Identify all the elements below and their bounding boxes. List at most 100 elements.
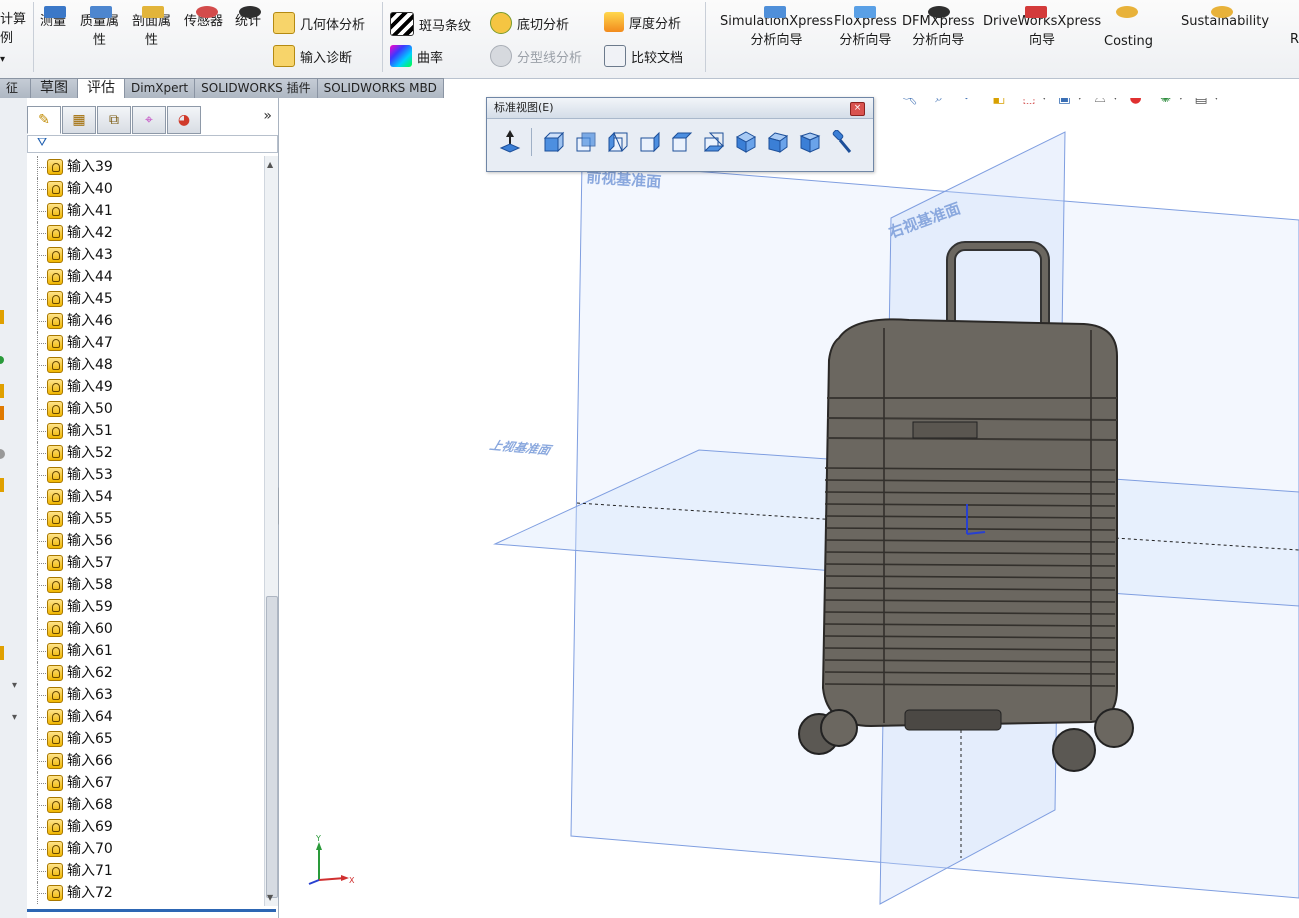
floxpress-button[interactable]: FloXpress 分析向导: [834, 6, 897, 50]
expand-chevron-icon[interactable]: »: [263, 108, 272, 124]
dfmxpress-button[interactable]: DFMXpress 分析向导: [902, 6, 974, 50]
import-diagnostics-button[interactable]: 输入诊断: [273, 45, 352, 67]
configuration-manager-tab[interactable]: ⧉: [97, 106, 131, 134]
sensor-button[interactable]: 传感器: [184, 6, 223, 31]
tree-item[interactable]: 输入41: [37, 200, 262, 222]
toolbar-icon[interactable]: [0, 478, 4, 492]
front-view-button[interactable]: [541, 130, 566, 155]
section-view-button[interactable]: ◧: [987, 98, 1011, 110]
tree-item[interactable]: 输入65: [37, 728, 262, 750]
scroll-up-icon[interactable]: ▲: [267, 160, 273, 169]
tree-item[interactable]: 输入40: [37, 178, 262, 200]
toolbar-icon[interactable]: [0, 646, 4, 660]
ribbon-cut-left[interactable]: 计算 例: [0, 8, 26, 46]
edit-appearance-button[interactable]: ●: [1124, 98, 1148, 110]
tree-item[interactable]: 输入49: [37, 376, 262, 398]
dimetric-view-button[interactable]: [797, 130, 822, 155]
dropdown-arrow-icon[interactable]: ▾: [1078, 98, 1083, 103]
trimetric-view-button[interactable]: [765, 130, 790, 155]
tree-item[interactable]: 输入43: [37, 244, 262, 266]
parting-line-analysis-button[interactable]: 分型线分析: [490, 45, 582, 67]
tree-scrollbar[interactable]: ▲ ▼: [264, 156, 278, 906]
tab-solidworks-mbd[interactable]: SOLIDWORKS MBD: [317, 78, 444, 99]
simulationxpress-button[interactable]: SimulationXpress 分析向导: [720, 6, 833, 50]
tree-item[interactable]: 输入68: [37, 794, 262, 816]
tree-item[interactable]: 输入62: [37, 662, 262, 684]
tab-features[interactable]: 征: [0, 78, 31, 99]
isometric-view-button[interactable]: [733, 130, 758, 155]
toolbar-icon[interactable]: [0, 406, 4, 420]
scroll-down-icon[interactable]: ▼: [267, 893, 273, 902]
close-icon[interactable]: ×: [850, 102, 865, 116]
tree-item[interactable]: 输入53: [37, 464, 262, 486]
normal-to-button[interactable]: [497, 130, 522, 155]
zoom-to-area-button[interactable]: ⌕: [927, 98, 951, 110]
tree-item[interactable]: 输入59: [37, 596, 262, 618]
view-selector-button[interactable]: [829, 130, 854, 155]
undercut-analysis-button[interactable]: 底切分析: [490, 12, 569, 34]
tree-item[interactable]: 输入69: [37, 816, 262, 838]
zoom-to-fit-button[interactable]: 🔍︎: [897, 98, 921, 110]
tree-item[interactable]: 输入42: [37, 222, 262, 244]
view-orientation-button[interactable]: ▣: [1053, 98, 1077, 110]
tree-item[interactable]: 输入63: [37, 684, 262, 706]
measure-button[interactable]: 测量: [40, 6, 66, 31]
thickness-analysis-button[interactable]: 厚度分析: [604, 12, 681, 32]
dropdown-arrow-icon[interactable]: ▾: [1214, 98, 1219, 103]
property-manager-tab[interactable]: ▦: [62, 106, 96, 134]
dropdown-arrow-icon[interactable]: ▾: [12, 680, 17, 691]
tree-item[interactable]: 输入50: [37, 398, 262, 420]
toolbar-icon[interactable]: [0, 310, 4, 324]
feature-manager-tab[interactable]: ✎: [27, 106, 61, 134]
display-style-button[interactable]: ⌓: [1088, 98, 1112, 110]
tree-item[interactable]: 输入67: [37, 772, 262, 794]
tree-item[interactable]: 输入60: [37, 618, 262, 640]
tree-item[interactable]: 输入72: [37, 882, 262, 904]
tree-item[interactable]: 输入70: [37, 838, 262, 860]
tree-item[interactable]: 输入64: [37, 706, 262, 728]
tree-item[interactable]: 输入71: [37, 860, 262, 882]
toolbar-icon[interactable]: [0, 356, 4, 364]
tree-item[interactable]: 输入51: [37, 420, 262, 442]
top-view-button[interactable]: [669, 130, 694, 155]
tree-item[interactable]: 输入52: [37, 442, 262, 464]
toolbar-icon[interactable]: [0, 384, 4, 398]
left-view-button[interactable]: [605, 130, 630, 155]
dimxpert-manager-tab[interactable]: ⌖: [132, 106, 166, 134]
costing-button[interactable]: Costing: [1104, 6, 1153, 51]
tree-item[interactable]: 输入56: [37, 530, 262, 552]
tree-item[interactable]: 输入46: [37, 310, 262, 332]
geometry-analysis-button[interactable]: 几何体分析: [273, 12, 365, 34]
dropdown-arrow-icon[interactable]: ▾: [1179, 98, 1184, 103]
driveworksxpress-button[interactable]: DriveWorksXpress 向导: [983, 6, 1101, 50]
back-view-button[interactable]: [573, 130, 598, 155]
sustainability-button[interactable]: Sustainability: [1181, 6, 1269, 31]
toolbar-title[interactable]: 标准视图(E): [487, 98, 873, 119]
dropdown-arrow-icon[interactable]: ▾: [0, 54, 5, 65]
dropdown-arrow-icon[interactable]: ▾: [12, 712, 17, 723]
tab-solidworks-addins[interactable]: SOLIDWORKS 插件: [195, 78, 318, 99]
tab-dimxpert[interactable]: DimXpert: [125, 78, 196, 99]
curvature-button[interactable]: 曲率: [390, 45, 443, 67]
tree-item[interactable]: 输入61: [37, 640, 262, 662]
dropdown-arrow-icon[interactable]: ▾: [1042, 98, 1047, 103]
ribbon-cut-right[interactable]: R: [1290, 32, 1299, 47]
tree-item[interactable]: 输入55: [37, 508, 262, 530]
statistics-button[interactable]: 统计: [235, 6, 261, 31]
tree-item[interactable]: 输入54: [37, 486, 262, 508]
bottom-view-button[interactable]: [701, 130, 726, 155]
toolbar-icon[interactable]: [0, 449, 5, 459]
dynamic-annotation-button[interactable]: ⬚: [1017, 98, 1041, 110]
apply-scene-button[interactable]: ✺: [1154, 98, 1178, 110]
suitcase-shell[interactable]: [821, 318, 1118, 728]
tree-item[interactable]: 输入57: [37, 552, 262, 574]
tab-sketch[interactable]: 草图: [31, 78, 78, 99]
zebra-stripes-button[interactable]: 斑马条纹: [390, 12, 471, 36]
tree-item[interactable]: 输入66: [37, 750, 262, 772]
compare-documents-button[interactable]: 比较文档: [604, 45, 683, 67]
mass-properties-button[interactable]: 质量属 性: [80, 6, 119, 50]
tree-filter[interactable]: ⛛: [27, 135, 278, 153]
scrollbar-thumb[interactable]: [266, 596, 278, 898]
tree-item[interactable]: 输入44: [37, 266, 262, 288]
tab-evaluate[interactable]: 评估: [78, 78, 125, 99]
